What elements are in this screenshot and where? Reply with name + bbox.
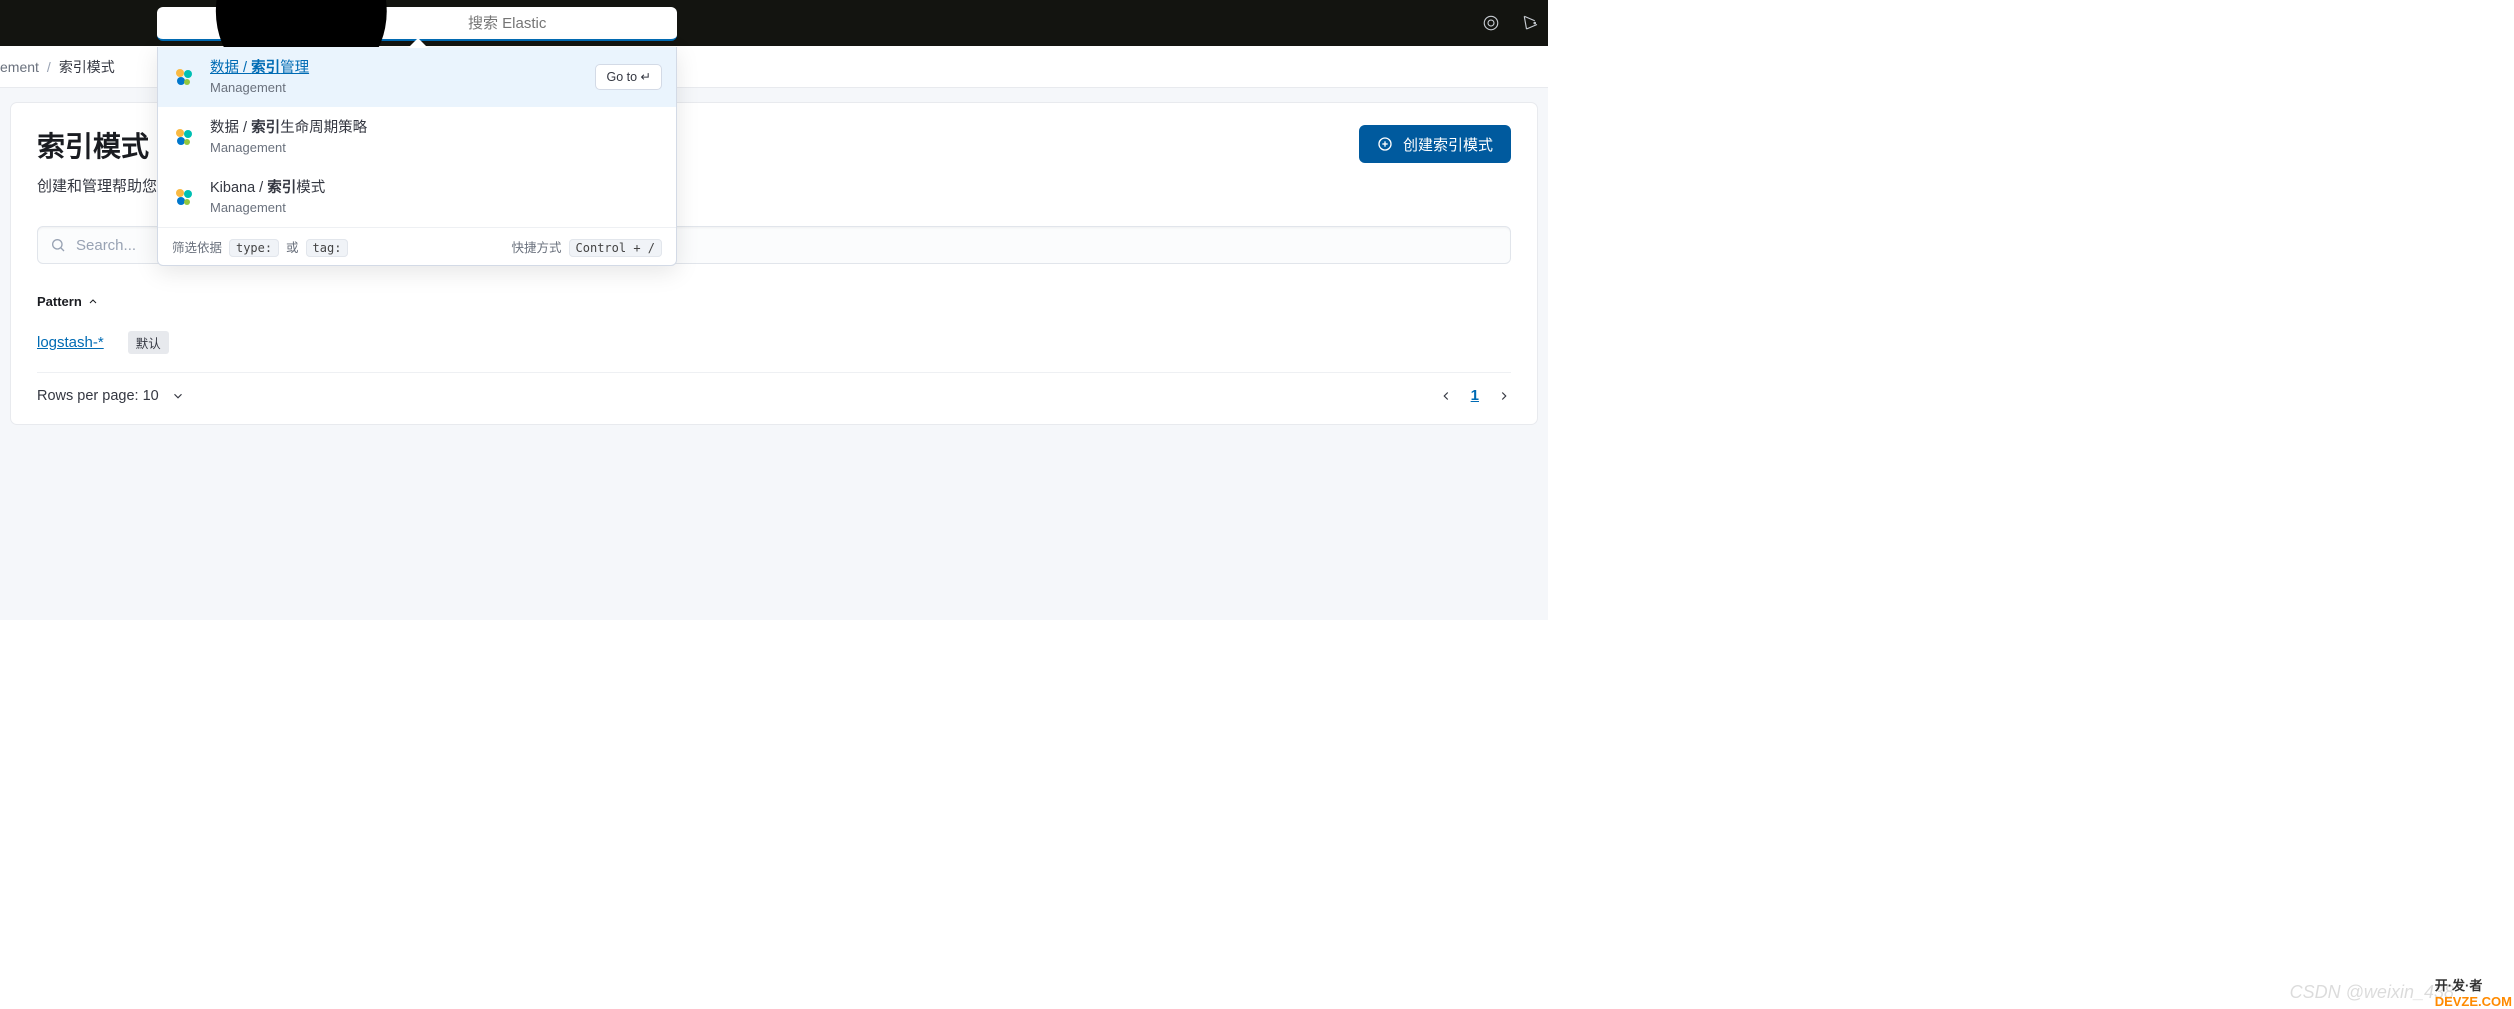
col-pattern[interactable]: Pattern <box>37 294 82 309</box>
breadcrumb-item[interactable]: ement <box>0 59 39 75</box>
filter-placeholder: Search... <box>76 237 136 254</box>
elastic-logo-icon <box>172 185 196 209</box>
page-subtitle: 创建和管理帮助您从 <box>37 175 172 196</box>
create-index-pattern-button[interactable]: 创建索引模式 <box>1359 125 1511 163</box>
table-header[interactable]: Pattern <box>37 264 1511 321</box>
page-title: 索引模式 <box>37 125 172 165</box>
plus-circle-icon <box>1377 136 1393 152</box>
sort-asc-icon <box>87 296 99 308</box>
filter-by-label: 筛选依据 <box>172 241 222 255</box>
topbar <box>0 0 1548 46</box>
search-icon <box>50 237 66 253</box>
page-number[interactable]: 1 <box>1471 387 1479 404</box>
newsfeed-icon[interactable] <box>1522 14 1540 32</box>
breadcrumb-sep: / <box>47 59 51 75</box>
suggestion-link[interactable]: 数据 / 索引管理 <box>210 60 309 76</box>
shortcut-key: Control + / <box>569 239 662 257</box>
table-row: logstash-* 默认 <box>37 321 1511 373</box>
suggestion-sub: Management <box>210 140 662 155</box>
help-icon[interactable] <box>1482 14 1500 32</box>
suggestion-item[interactable]: Kibana / 索引模式 Management <box>158 167 676 227</box>
search-suggestions-popover: 数据 / 索引管理 Management Go to ↵ 数据 / 索引生命周期… <box>157 47 677 266</box>
watermark-csdn: CSDN @weixin_438 <box>2290 982 2454 1003</box>
suggestion-item[interactable]: 数据 / 索引生命周期策略 Management <box>158 107 676 167</box>
global-search-input[interactable] <box>468 15 667 32</box>
chevron-down-icon <box>171 389 185 403</box>
breadcrumb-item: 索引模式 <box>59 57 115 77</box>
index-pattern-link[interactable]: logstash-* <box>37 334 104 351</box>
default-badge: 默认 <box>128 331 169 354</box>
filter-type-chip[interactable]: type: <box>229 239 279 257</box>
suggestion-sub: Management <box>210 200 662 215</box>
global-search[interactable] <box>157 7 677 41</box>
rows-per-page[interactable]: Rows per page: 10 <box>37 388 185 404</box>
elastic-logo-icon <box>172 65 196 89</box>
chevron-left-icon[interactable] <box>1439 389 1453 403</box>
filter-tag-chip[interactable]: tag: <box>306 239 349 257</box>
filter-or-label: 或 <box>286 241 299 255</box>
suggestion-sub: Management <box>210 80 581 95</box>
goto-button[interactable]: Go to ↵ <box>595 64 662 90</box>
popover-footer: 筛选依据 type: 或 tag: 快捷方式 Control + / <box>158 227 676 265</box>
watermark-devze: 开·发·者 DEVZE.COM <box>2435 975 2512 1009</box>
chevron-right-icon[interactable] <box>1497 389 1511 403</box>
popover-caret <box>408 38 428 48</box>
suggestion-item[interactable]: 数据 / 索引管理 Management Go to ↵ <box>158 47 676 107</box>
shortcut-label: 快捷方式 <box>512 241 562 255</box>
pager: 1 <box>1439 387 1511 404</box>
elastic-logo-icon <box>172 125 196 149</box>
